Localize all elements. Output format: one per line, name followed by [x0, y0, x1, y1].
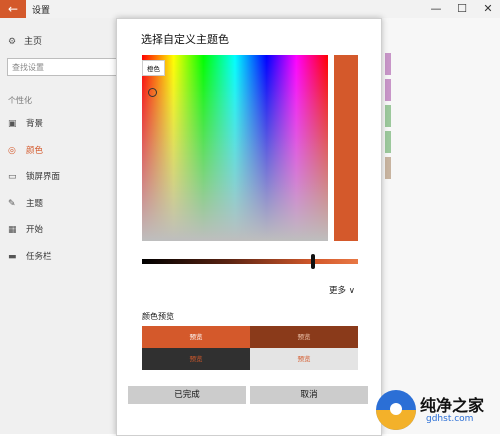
accent-swatch[interactable] — [385, 53, 391, 75]
gear-icon: ⚙ — [8, 37, 17, 47]
custom-color-dialog: 选择自定义主题色 橙色 更多 ∨ 颜色预览 预览 预览 预览 预览 — [116, 18, 382, 436]
sidebar-item[interactable]: ▣ 背景 — [8, 117, 128, 131]
picker-cursor[interactable] — [148, 88, 157, 97]
watermark-url: gdhst.com — [426, 414, 474, 424]
palette-icon: ◎ — [8, 145, 16, 156]
dialog-title: 选择自定义主题色 — [141, 33, 229, 46]
preview-cell: 预览 — [250, 326, 358, 348]
preview-cell: 预览 — [142, 326, 250, 348]
start-icon: ▦ — [8, 225, 17, 235]
sidebar-home[interactable]: ⚙ 主页 — [8, 34, 42, 47]
more-options-button[interactable]: 更多 ∨ — [329, 284, 355, 296]
minimize-button[interactable]: — — [424, 0, 448, 18]
color-name-tooltip: 橙色 — [142, 60, 165, 76]
brightness-slider-thumb[interactable] — [310, 254, 315, 269]
title-bar: ← 设置 — ☐ ✕ — [0, 0, 500, 18]
done-button[interactable]: 已完成 — [128, 386, 246, 404]
sidebar-item[interactable]: ▬ 任务栏 — [8, 250, 128, 264]
accent-swatch[interactable] — [385, 105, 391, 127]
search-input[interactable]: 查找设置 — [7, 58, 131, 76]
sidebar-item-label: 颜色 — [26, 145, 44, 156]
watermark-logo — [376, 390, 416, 430]
selected-color-swatch — [334, 55, 358, 241]
maximize-button[interactable]: ☐ — [450, 0, 474, 18]
accent-swatch[interactable] — [385, 157, 391, 179]
accent-swatch[interactable] — [385, 131, 391, 153]
taskbar-icon: ▬ — [8, 251, 17, 262]
window-title: 设置 — [32, 6, 51, 16]
sidebar-item-label: 开始 — [26, 225, 44, 235]
home-label: 主页 — [24, 37, 43, 47]
cancel-button[interactable]: 取消 — [250, 386, 368, 404]
close-button[interactable]: ✕ — [476, 0, 500, 18]
accent-swatch[interactable] — [385, 79, 391, 101]
image-icon: ▣ — [8, 119, 17, 129]
settings-content-background — [380, 18, 500, 434]
sidebar-item-label: 任务栏 — [26, 251, 52, 262]
spectrum-fade-overlay — [142, 55, 328, 241]
sidebar-item[interactable]: ✎ 主题 — [8, 197, 128, 211]
sidebar-item-label: 主题 — [26, 198, 44, 209]
preview-label: 颜色预览 — [142, 312, 174, 321]
back-button[interactable]: ← — [0, 0, 26, 18]
lock-screen-icon: ▭ — [8, 172, 17, 182]
sidebar-item[interactable]: ◎ 颜色 — [8, 144, 128, 158]
sidebar-item[interactable]: ▭ 锁屏界面 — [8, 170, 128, 184]
sidebar-item[interactable]: ▦ 开始 — [8, 223, 128, 237]
search-placeholder: 查找设置 — [12, 63, 44, 72]
watermark: 纯净之家 gdhst.com — [376, 388, 500, 434]
watermark-name: 纯净之家 — [420, 396, 485, 415]
brush-icon: ✎ — [8, 198, 16, 209]
sidebar-item-label: 背景 — [26, 119, 44, 129]
brightness-slider[interactable] — [142, 254, 358, 269]
sidebar-item-label: 锁屏界面 — [26, 172, 61, 182]
preview-cell: 预览 — [142, 348, 250, 370]
preview-cell: 预览 — [250, 348, 358, 370]
section-label: 个性化 — [8, 96, 32, 105]
color-spectrum-picker[interactable]: 橙色 — [142, 55, 328, 241]
